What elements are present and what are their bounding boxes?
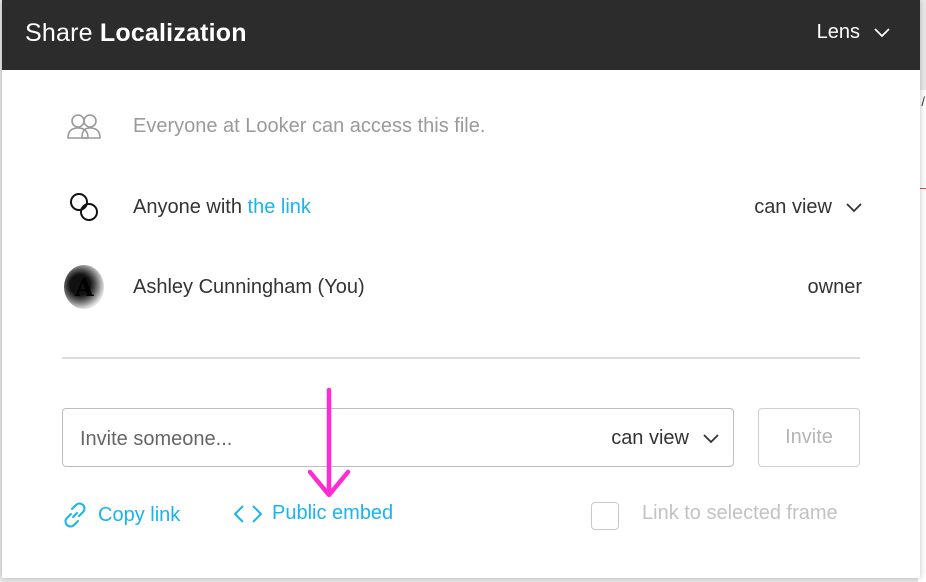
invite-field: can view <box>62 408 734 467</box>
link-access-text: Anyone with the link <box>133 196 311 219</box>
dialog-header: Share Localization Lens <box>2 0 920 70</box>
chevron-down-icon <box>846 202 862 212</box>
lens-label: Lens <box>816 21 860 43</box>
user-name: Ashley Cunningham (You) <box>133 276 365 298</box>
avatar: A <box>64 265 104 309</box>
share-dialog: Share Localization Lens Everyone at Look… <box>2 0 920 578</box>
user-role: owner <box>808 276 862 299</box>
selected-frame-label: Link to selected frame <box>642 502 838 524</box>
invite-button[interactable]: Invite <box>758 408 860 467</box>
invite-permission-dropdown[interactable]: can view <box>611 427 719 450</box>
file-name: Localization <box>99 19 247 47</box>
copy-link-label: Copy link <box>98 503 181 526</box>
arrow-down-annotation <box>308 388 351 498</box>
link-access-prefix: Anyone with <box>133 196 248 218</box>
link-permission-label: can view <box>754 196 832 218</box>
lens-dropdown[interactable]: Lens <box>817 21 890 44</box>
divider <box>62 357 860 359</box>
link-access-row: Anyone with the link can view <box>2 187 920 227</box>
dialog-title: Share Localization <box>25 19 247 48</box>
background-glyph: / <box>921 94 925 109</box>
selected-frame-checkbox[interactable] <box>591 502 619 530</box>
owner-row: A Ashley Cunningham (You) owner <box>2 265 920 309</box>
avatar-wrap: A <box>64 265 104 309</box>
public-embed-label: Public embed <box>272 502 394 524</box>
link-icon <box>64 187 104 227</box>
org-access-row: Everyone at Looker can access this file. <box>2 106 920 146</box>
title-prefix: Share <box>25 19 93 47</box>
role-label: owner <box>807 276 862 298</box>
link-permission-dropdown[interactable]: can view <box>754 196 862 219</box>
chevron-down-icon <box>874 27 890 37</box>
code-icon <box>234 504 262 523</box>
invite-permission-label: can view <box>611 427 689 449</box>
chevron-down-icon <box>703 433 719 443</box>
the-link[interactable]: the link <box>248 196 311 218</box>
users-icon <box>64 106 104 146</box>
copy-link-button[interactable]: Copy link <box>62 502 180 528</box>
copy-link-icon <box>64 502 86 528</box>
public-embed-button[interactable]: Public embed <box>234 502 393 525</box>
org-access-text: Everyone at Looker can access this file. <box>133 115 486 137</box>
